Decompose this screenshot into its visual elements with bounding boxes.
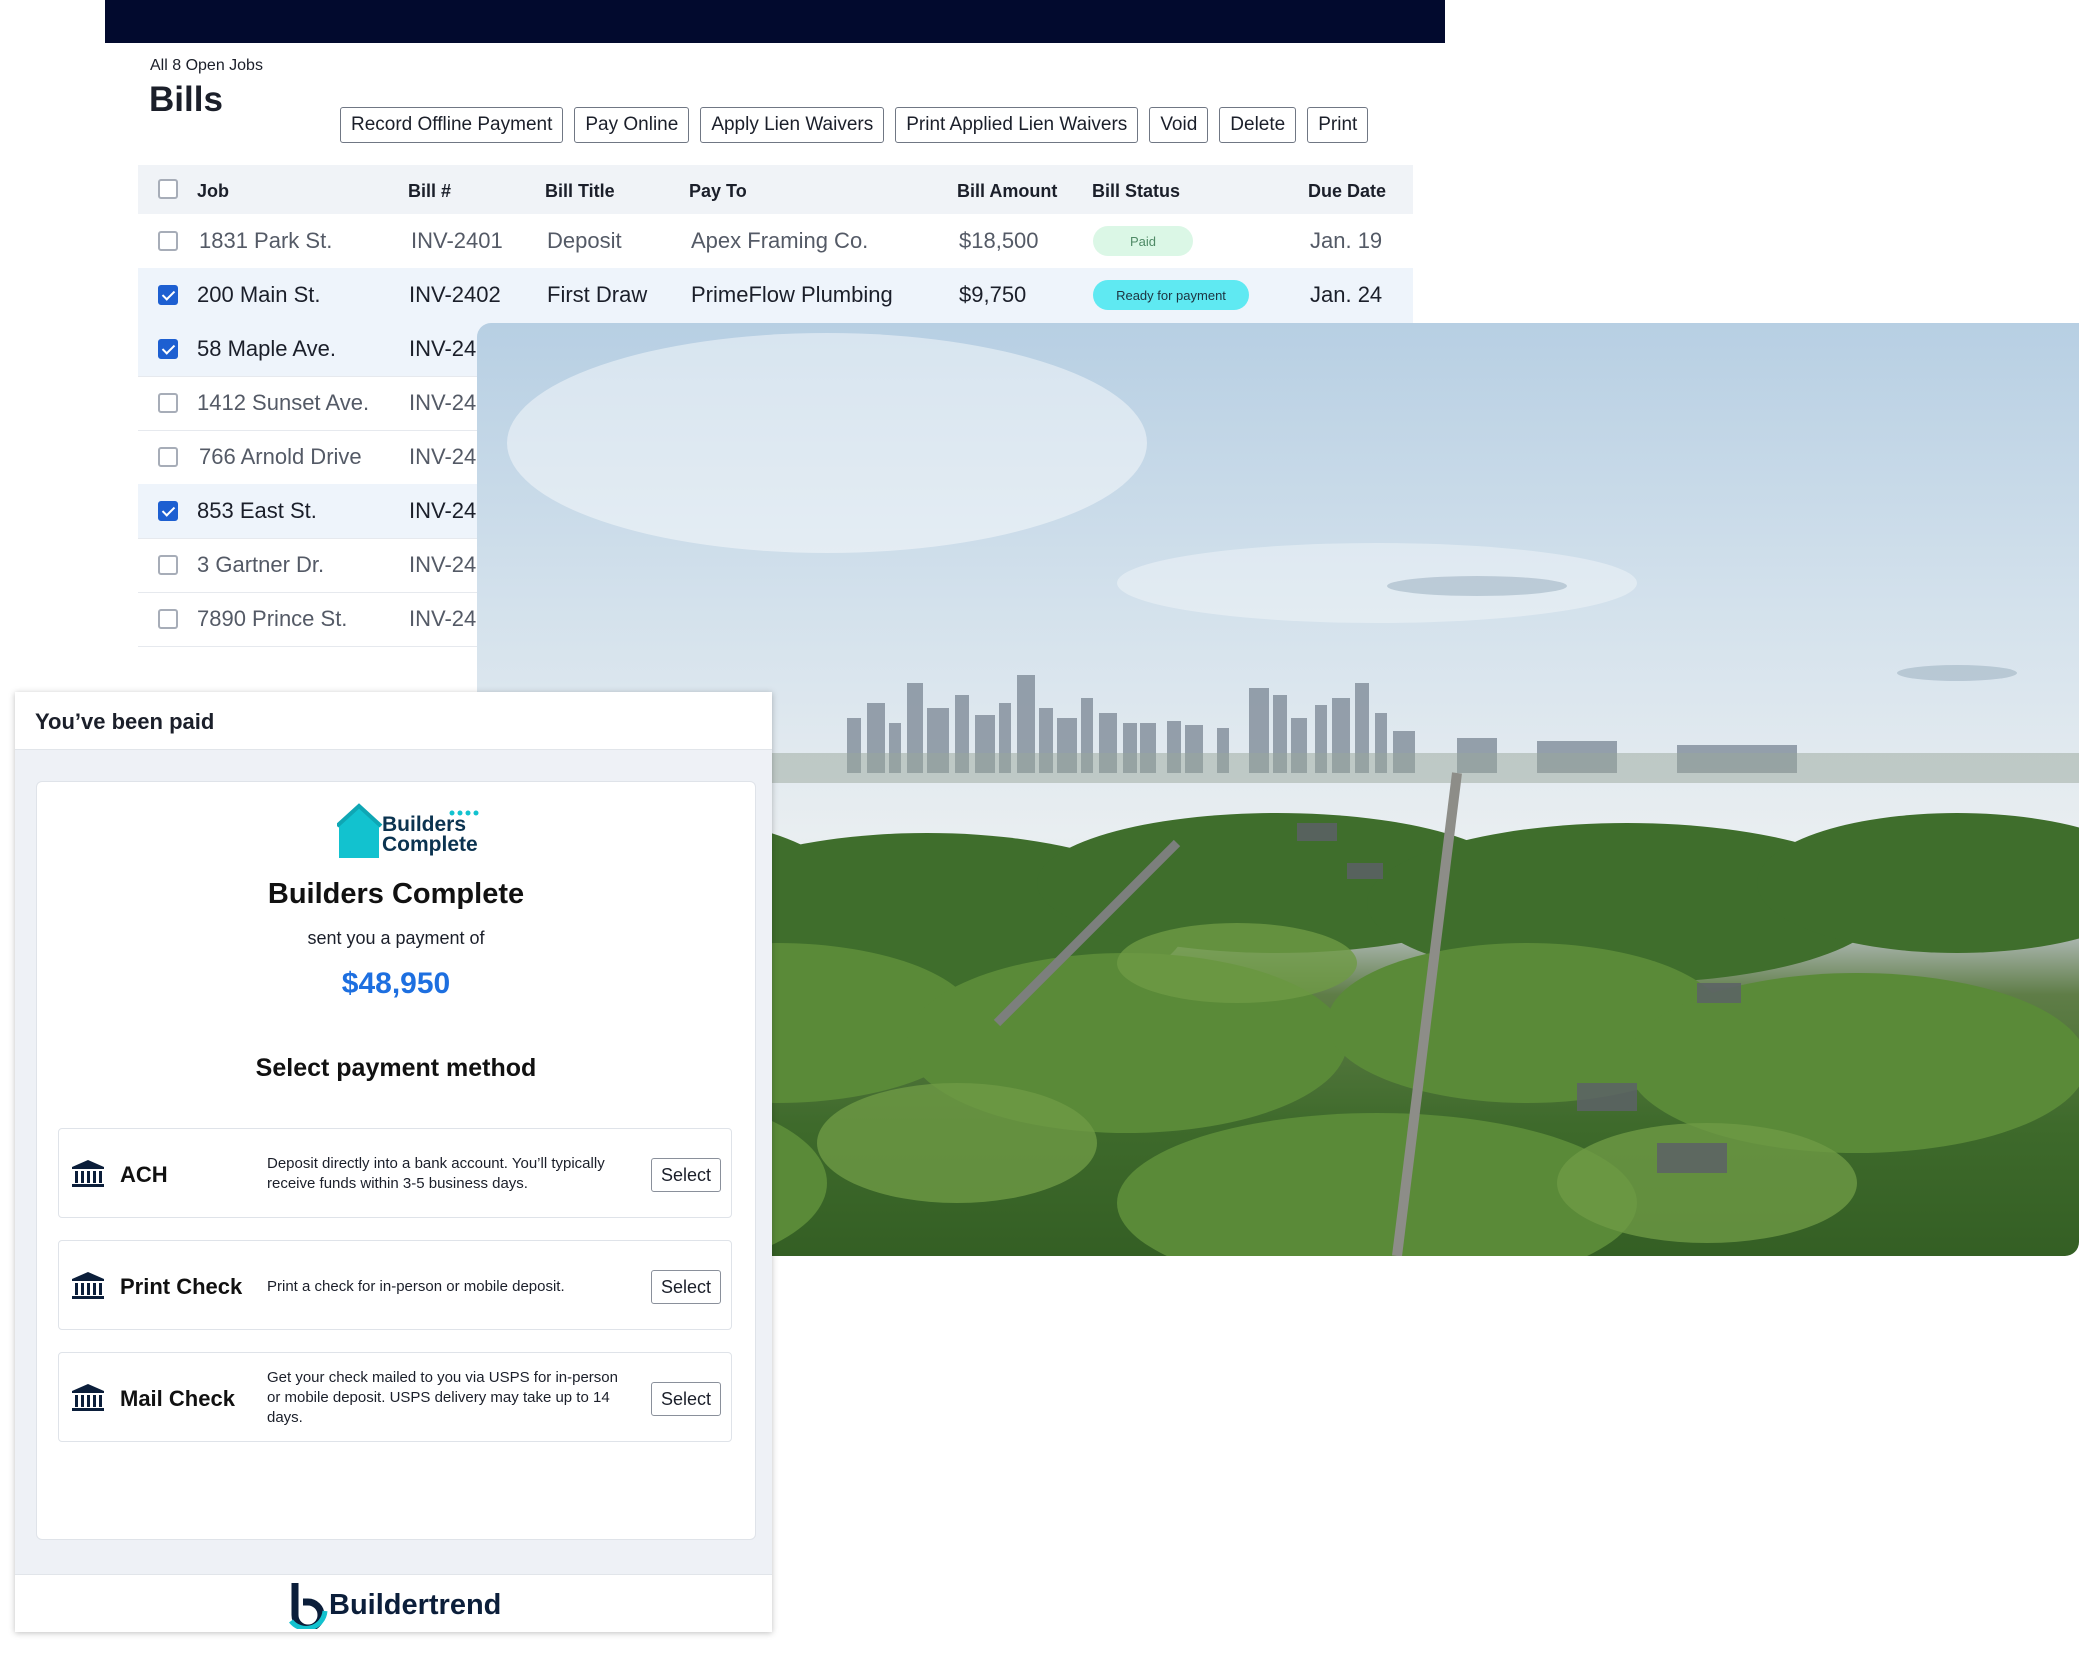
record-offline-payment-button[interactable]: Record Offline Payment: [340, 107, 564, 143]
cell-job: 3 Gartner Dr.: [197, 552, 325, 577]
row-checkbox[interactable]: [158, 447, 178, 467]
table-row[interactable]: 200 Main St. INV-2402 First Draw PrimeFl…: [138, 268, 1413, 323]
payment-card-header: You’ve been paid: [15, 692, 772, 750]
row-checkbox[interactable]: [158, 501, 178, 521]
cell-bill-number: INV-24: [409, 390, 477, 415]
payment-method-mail-check[interactable]: Mail Check Get your check mailed to you …: [58, 1352, 732, 1442]
cell-job: 58 Maple Ave.: [197, 336, 337, 361]
payment-amount: $48,950: [341, 967, 451, 1000]
cell-bill-number: INV-24: [409, 498, 477, 523]
method-description: Deposit directly into a bank account. Yo…: [267, 1155, 605, 1192]
builders-complete-logo: Builders Complete: [337, 802, 487, 862]
payment-method-ach[interactable]: ACH Deposit directly into a bank account…: [58, 1128, 732, 1218]
select-all-checkbox[interactable]: [158, 179, 178, 199]
cell-bill-number: INV-24: [409, 444, 477, 469]
method-name: Mail Check: [120, 1386, 235, 1411]
apply-lien-waivers-button[interactable]: Apply Lien Waivers: [700, 107, 885, 143]
cell-bill-title: First Draw: [547, 282, 648, 307]
row-checkbox[interactable]: [158, 231, 178, 251]
cell-bill-number: INV-2401: [411, 228, 503, 253]
select-mail-check-button[interactable]: Select: [650, 1382, 721, 1416]
pay-online-button[interactable]: Pay Online: [574, 107, 690, 143]
cell-due-date: Jan. 19: [1310, 228, 1383, 253]
payment-method-print-check[interactable]: Print Check Print a check for in-person …: [58, 1240, 732, 1330]
cell-pay-to: PrimeFlow Plumbing: [691, 282, 893, 307]
cell-job: 7890 Prince St.: [197, 606, 348, 631]
payment-card-title: You’ve been paid: [35, 709, 215, 734]
cell-due-date: Jan. 24: [1310, 282, 1383, 307]
col-header-bill-status[interactable]: Bill Status: [1092, 181, 1180, 202]
cell-bill-amount: $9,750: [959, 282, 1027, 307]
table-header: Job Bill # Bill Title Pay To Bill Amount…: [138, 165, 1413, 214]
cell-job: 1412 Sunset Ave.: [197, 390, 370, 415]
row-checkbox[interactable]: [158, 285, 178, 305]
card-footer: Buildertrend: [15, 1574, 772, 1632]
col-header-bill-title[interactable]: Bill Title: [545, 181, 615, 202]
cell-bill-amount: $18,500: [959, 228, 1039, 253]
payment-details-panel: Builders Complete Builders Complete sent…: [36, 781, 756, 1540]
bank-icon: [72, 1272, 104, 1299]
payment-received-card: You’ve been paid Builders Complete Build…: [15, 692, 772, 1632]
row-checkbox[interactable]: [158, 339, 178, 359]
method-description: Print a check for in-person or mobile de…: [267, 1278, 565, 1295]
cell-job: 1831 Park St.: [199, 228, 333, 253]
print-applied-lien-waivers-button[interactable]: Print Applied Lien Waivers: [895, 107, 1139, 143]
status-badge: Ready for payment: [1093, 280, 1249, 310]
payment-sent-text: sent you a payment of: [307, 928, 485, 948]
col-header-bill-amount[interactable]: Bill Amount: [957, 181, 1057, 202]
method-description: Get your check mailed to you via USPS fo…: [267, 1369, 618, 1426]
bank-icon: [72, 1384, 104, 1411]
cell-bill-number: INV-2402: [409, 282, 501, 307]
select-payment-method-heading: Select payment method: [255, 1054, 537, 1082]
delete-button[interactable]: Delete: [1219, 107, 1297, 143]
buildertrend-logo-icon: [289, 1583, 328, 1629]
logo-text-builders: Builders: [382, 813, 467, 836]
row-checkbox[interactable]: [158, 555, 178, 575]
print-button[interactable]: Print: [1307, 107, 1369, 143]
bank-icon: [72, 1160, 104, 1187]
col-header-bill-number[interactable]: Bill #: [408, 181, 451, 202]
method-name: ACH: [120, 1162, 168, 1187]
house-logo-icon: [337, 803, 383, 858]
sender-company-name: Builders Complete: [267, 878, 525, 910]
method-name: Print Check: [120, 1274, 243, 1299]
cell-pay-to: Apex Framing Co.: [691, 228, 869, 253]
page-title: Bills: [149, 80, 223, 119]
cell-bill-number: INV-24: [409, 552, 477, 577]
select-ach-button[interactable]: Select: [650, 1158, 721, 1192]
select-print-check-button[interactable]: Select: [650, 1270, 721, 1304]
logo-text-complete: Complete: [382, 833, 478, 856]
cell-job: 853 East St.: [197, 498, 317, 523]
col-header-due-date[interactable]: Due Date: [1308, 181, 1386, 202]
cell-bill-number: INV-24: [409, 606, 477, 631]
cell-bill-number: INV-24: [409, 336, 477, 361]
col-header-pay-to[interactable]: Pay To: [689, 181, 747, 202]
table-row[interactable]: 1831 Park St. INV-2401 Deposit Apex Fram…: [138, 214, 1413, 269]
row-checkbox[interactable]: [158, 393, 178, 413]
cell-job: 200 Main St.: [197, 282, 321, 307]
buildertrend-brand-name: Buildertrend: [329, 1589, 502, 1621]
void-button[interactable]: Void: [1149, 107, 1209, 143]
bills-toolbar: Record Offline Payment Pay Online Apply …: [340, 107, 1369, 143]
cell-bill-title: Deposit: [547, 228, 622, 253]
cell-job: 766 Arnold Drive: [199, 444, 362, 469]
app-top-bar: [105, 0, 1445, 43]
row-checkbox[interactable]: [158, 609, 178, 629]
status-badge: Paid: [1093, 226, 1193, 256]
breadcrumb[interactable]: All 8 Open Jobs: [150, 57, 263, 75]
col-header-job[interactable]: Job: [197, 181, 229, 202]
